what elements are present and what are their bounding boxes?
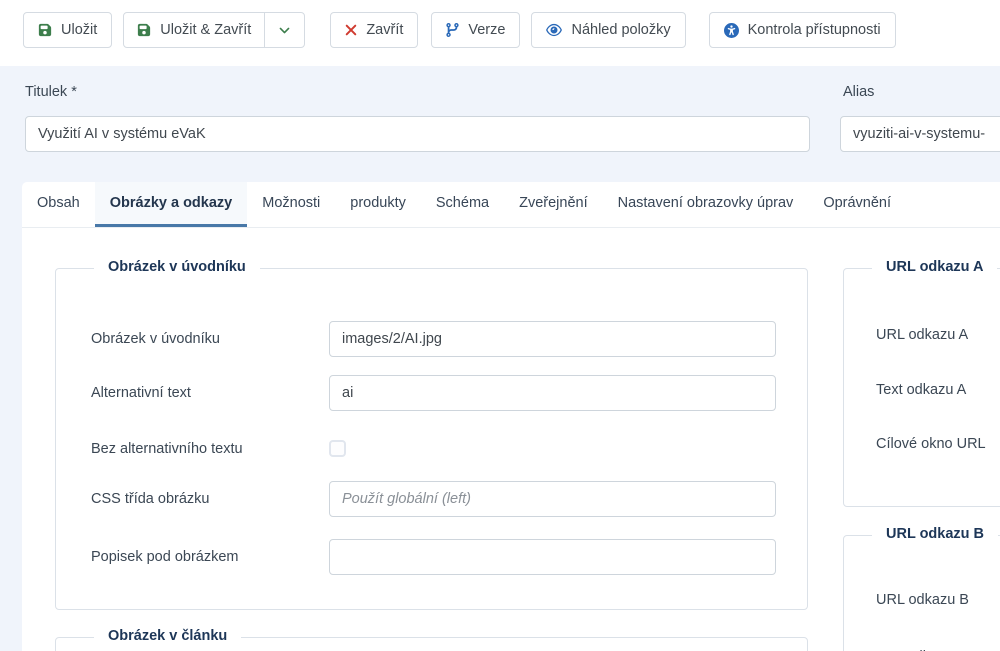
tab-zverejneni[interactable]: Zveřejnění — [504, 182, 603, 227]
preview-button-label: Náhled položky — [571, 22, 670, 38]
image-caption-input[interactable] — [329, 539, 776, 575]
link-a-text-label: Text odkazu A — [876, 382, 966, 398]
link-b-url-label: URL odkazu B — [876, 592, 969, 608]
floppy-disk-icon — [38, 23, 52, 37]
title-input[interactable] — [25, 116, 810, 152]
chevron-down-icon — [278, 24, 291, 37]
accessibility-check-button-label: Kontrola přístupnosti — [748, 22, 881, 38]
alias-input[interactable] — [840, 116, 1000, 152]
image-css-class-input[interactable] — [329, 481, 776, 517]
floppy-disk-icon — [137, 23, 151, 37]
close-button-label: Zavřít — [366, 22, 403, 38]
image-css-class-label: CSS třída obrázku — [91, 481, 209, 517]
no-alt-text-checkbox[interactable] — [329, 440, 346, 457]
save-close-button[interactable]: Uložit & Zavřít — [124, 13, 264, 47]
x-icon — [345, 24, 357, 36]
save-button-label: Uložit — [61, 22, 97, 38]
link-b-legend: URL odkazu B — [872, 526, 998, 542]
article-image-fieldset: Obrázek v článku — [55, 637, 808, 651]
tab-opravneni[interactable]: Oprávnění — [808, 182, 906, 227]
toolbar: Uložit Uložit & Zavřít Zavřít Verze N — [0, 0, 1000, 66]
edit-form-card: Obsah Obrázky a odkazy Možnosti produkty… — [22, 182, 1000, 651]
intro-image-label: Obrázek v úvodníku — [91, 321, 220, 357]
tab-produkty[interactable]: produkty — [335, 182, 421, 227]
alt-text-input[interactable] — [329, 375, 776, 411]
code-branch-icon — [446, 23, 459, 37]
no-alt-text-label: Bez alternativního textu — [91, 431, 243, 467]
tab-obsah[interactable]: Obsah — [22, 182, 95, 227]
tab-nastaveni-obrazovky-uprav[interactable]: Nastavení obrazovky úprav — [603, 182, 809, 227]
versions-button-label: Verze — [468, 22, 505, 38]
close-button[interactable]: Zavřít — [330, 12, 418, 48]
versions-button[interactable]: Verze — [431, 12, 520, 48]
save-button[interactable]: Uložit — [23, 12, 112, 48]
title-field-label: Titulek * — [25, 84, 77, 100]
tab-schema[interactable]: Schéma — [421, 182, 504, 227]
link-a-url-label: URL odkazu A — [876, 327, 968, 343]
tab-moznosti[interactable]: Možnosti — [247, 182, 335, 227]
article-image-legend: Obrázek v článku — [94, 628, 241, 644]
preview-button[interactable]: Náhled položky — [531, 12, 685, 48]
form-tabs: Obsah Obrázky a odkazy Možnosti produkty… — [22, 182, 1000, 228]
image-caption-label: Popisek pod obrázkem — [91, 539, 239, 575]
link-a-target-label: Cílové okno URL — [876, 436, 986, 452]
eye-icon — [546, 23, 562, 37]
tab-obrazky-a-odkazy[interactable]: Obrázky a odkazy — [95, 182, 248, 227]
save-close-button-label: Uložit & Zavřít — [160, 22, 251, 38]
save-close-split-button: Uložit & Zavřít — [123, 12, 305, 48]
intro-image-legend: Obrázek v úvodníku — [94, 259, 260, 275]
universal-access-icon — [724, 23, 739, 38]
accessibility-check-button[interactable]: Kontrola přístupnosti — [709, 12, 896, 48]
alias-field-label: Alias — [843, 84, 874, 100]
intro-image-fieldset: Obrázek v úvodníku Obrázek v úvodníku Al… — [55, 268, 808, 610]
link-a-legend: URL odkazu A — [872, 259, 997, 275]
alt-text-label: Alternativní text — [91, 375, 191, 411]
save-options-dropdown-toggle[interactable] — [264, 13, 304, 47]
intro-image-input[interactable] — [329, 321, 776, 357]
link-b-fieldset: URL odkazu B URL odkazu B Text odkazu B — [843, 535, 1000, 651]
link-a-fieldset: URL odkazu A URL odkazu A Text odkazu A … — [843, 268, 1000, 507]
